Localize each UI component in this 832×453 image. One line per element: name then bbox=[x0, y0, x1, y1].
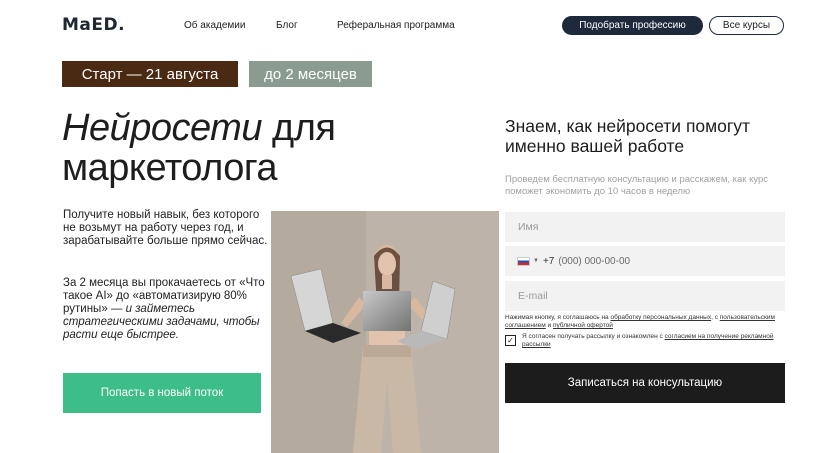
consent-mid: , с bbox=[711, 314, 720, 321]
join-stream-button[interactable]: Попасть в новый поток bbox=[63, 373, 261, 413]
newsletter-checkbox[interactable]: ✓ bbox=[505, 335, 516, 346]
hero-photo bbox=[271, 211, 499, 453]
phone-country-code: +7 bbox=[542, 255, 555, 267]
nav-blog[interactable]: Блог bbox=[276, 20, 298, 31]
consent-prefix: Нажимая кнопку, я соглашаюсь на bbox=[505, 314, 611, 321]
logo[interactable]: MaED. bbox=[62, 15, 125, 35]
hero-title-rest: для bbox=[261, 107, 336, 149]
form-title: Знаем, как нейросети помогут именно ваше… bbox=[505, 116, 751, 156]
name-placeholder: Имя bbox=[518, 221, 539, 233]
phone-placeholder: (000) 000-00-00 bbox=[558, 255, 631, 267]
consent-and: и bbox=[545, 322, 553, 329]
newsletter-prefix: Я согласен получать рассылку и ознакомле… bbox=[522, 333, 665, 340]
nav-referral[interactable]: Реферальная программа bbox=[337, 20, 455, 31]
phone-field[interactable]: ▼ +7 (000) 000-00-00 bbox=[505, 246, 785, 276]
submit-consultation-button[interactable]: Записаться на консультацию bbox=[505, 363, 785, 403]
personal-data-link[interactable]: обработку персональных данных bbox=[610, 314, 711, 321]
chevron-down-icon[interactable]: ▼ bbox=[533, 258, 539, 264]
public-offer-link[interactable]: публичной офертой bbox=[553, 322, 613, 329]
hero-intro: Получите новый навык, без которого не во… bbox=[63, 209, 268, 247]
form-subtitle: Проведем бесплатную консультацию и расск… bbox=[505, 174, 769, 197]
duration-badge: до 2 месяцев bbox=[249, 61, 372, 87]
russia-flag-icon[interactable] bbox=[517, 256, 530, 266]
newsletter-label: Я согласен получать рассылку и ознакомле… bbox=[522, 333, 782, 349]
hero-title: Нейросети для маркетолога bbox=[62, 107, 336, 189]
nav-about[interactable]: Об академии bbox=[184, 20, 245, 31]
hero-intro-2: За 2 месяца вы прокачаетесь от «Что тако… bbox=[63, 277, 273, 342]
person-with-laptops-illustration bbox=[271, 211, 499, 453]
hero-title-line2: маркетолога bbox=[62, 147, 278, 189]
email-field[interactable]: E-mail bbox=[505, 281, 785, 311]
all-courses-button[interactable]: Все курсы bbox=[709, 16, 784, 35]
consent-text: Нажимая кнопку, я соглашаюсь на обработк… bbox=[505, 314, 785, 330]
choose-profession-button[interactable]: Подобрать профессию bbox=[562, 16, 703, 35]
newsletter-consent-row: ✓ Я согласен получать рассылку и ознаком… bbox=[505, 333, 785, 351]
name-field[interactable]: Имя bbox=[505, 212, 785, 242]
start-date-badge: Старт — 21 августа bbox=[62, 61, 238, 87]
email-placeholder: E-mail bbox=[518, 290, 548, 302]
hero-title-italic: Нейросети bbox=[62, 107, 262, 149]
